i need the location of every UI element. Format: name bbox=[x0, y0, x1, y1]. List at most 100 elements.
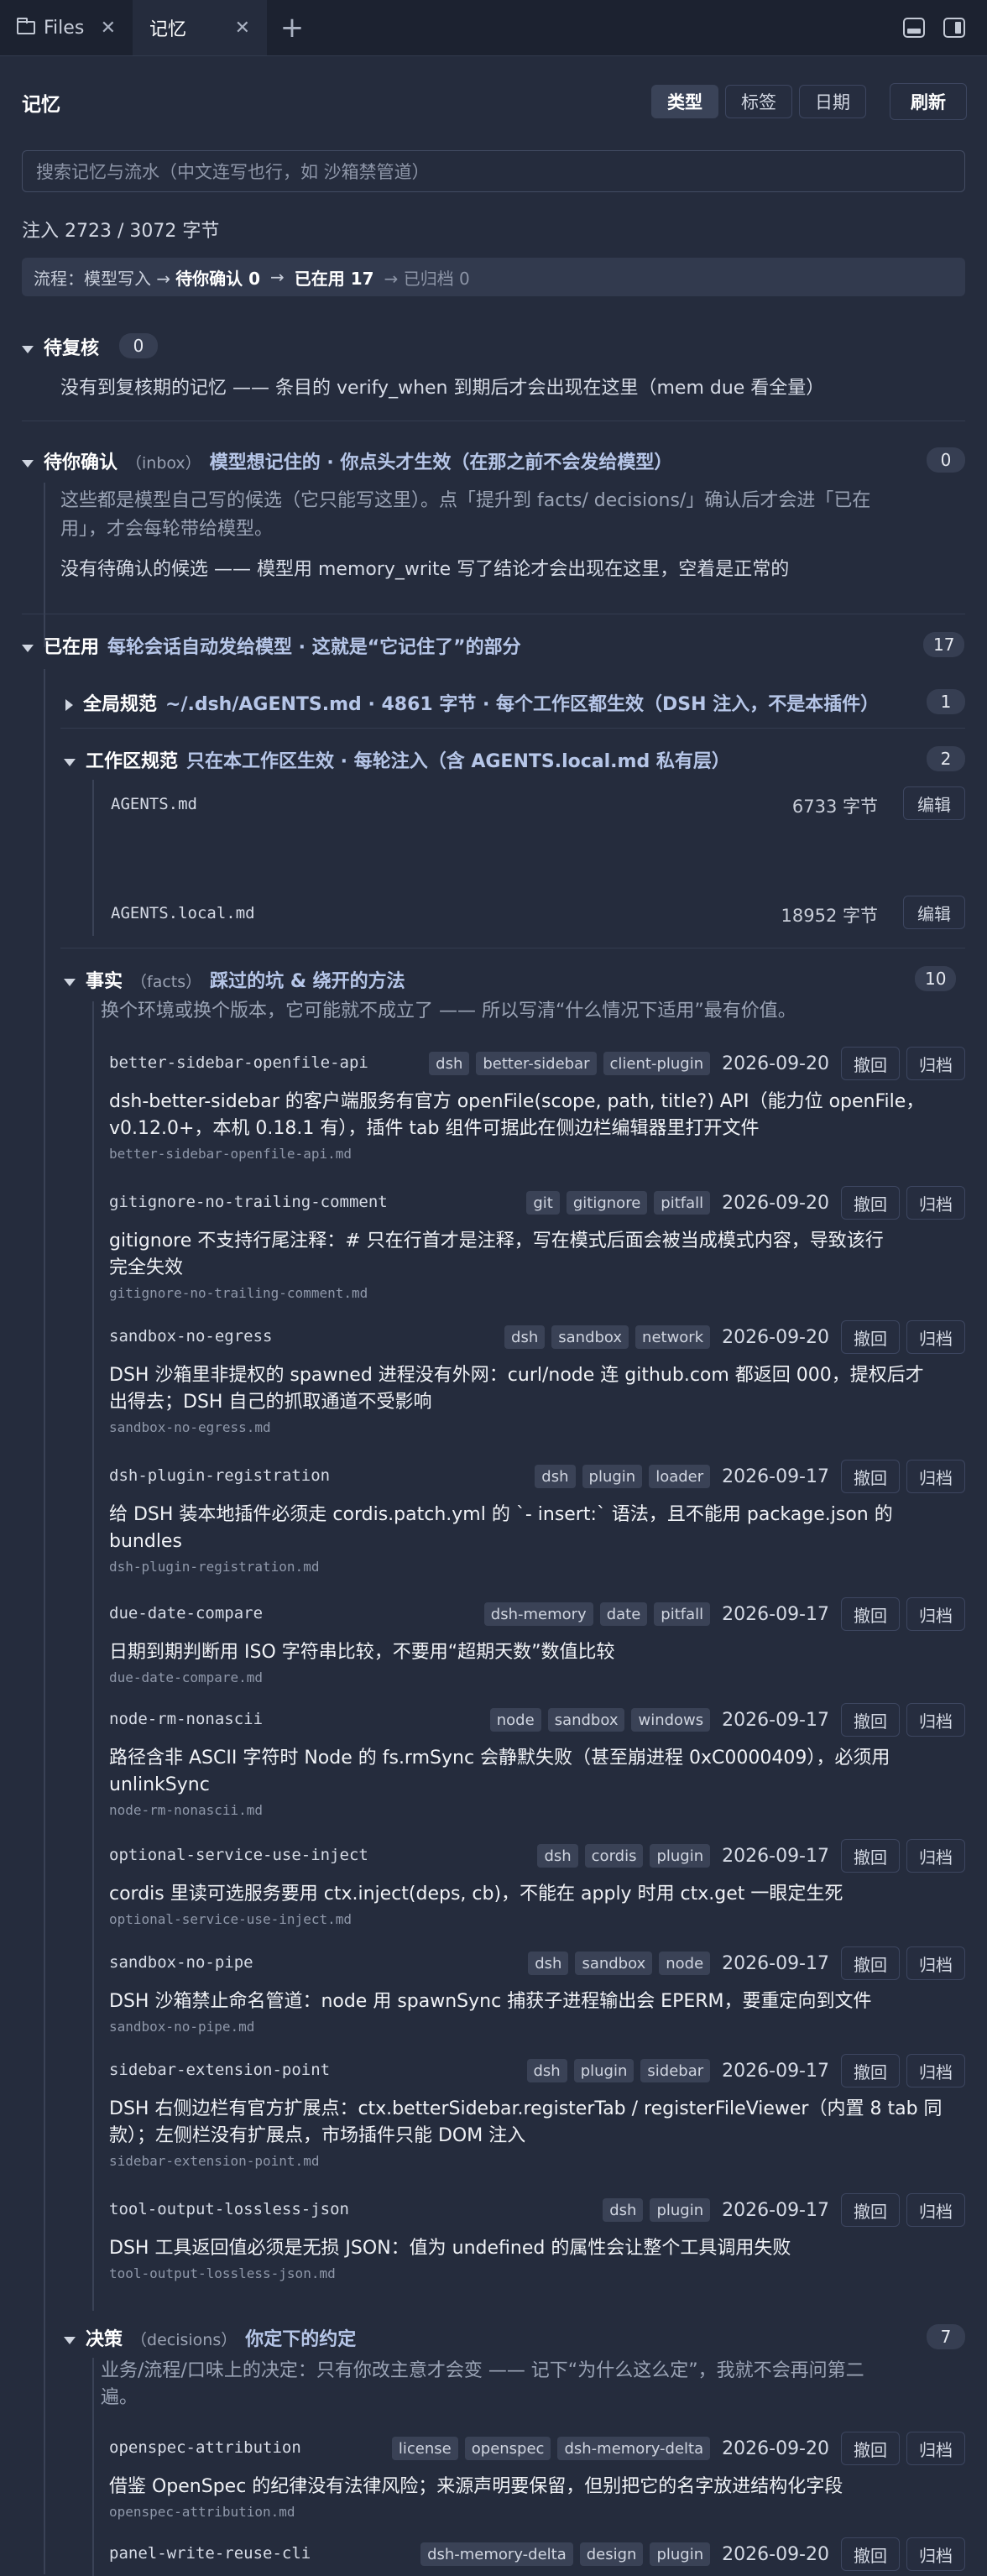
close-icon[interactable]: ✕ bbox=[235, 18, 250, 39]
withdraw-button[interactable]: 撤回 bbox=[841, 2432, 900, 2465]
view-by-tag-button[interactable]: 标签 bbox=[725, 85, 792, 118]
memory-item-filename[interactable]: sandbox-no-egress.md bbox=[109, 1419, 271, 1435]
memory-item-text: DSH 沙箱禁止命名管道：node 用 spawnSync 捕获子进程输出会 E… bbox=[109, 1988, 957, 2015]
archive-button[interactable]: 归档 bbox=[906, 1460, 965, 1493]
memory-item-filename[interactable]: node-rm-nonascii.md bbox=[109, 1802, 263, 1818]
archive-button[interactable]: 归档 bbox=[906, 1186, 965, 1220]
tag-chip[interactable]: dsh-memory bbox=[483, 1602, 593, 1626]
edit-button[interactable]: 编辑 bbox=[903, 786, 965, 820]
memory-item-filename[interactable]: sidebar-extension-point.md bbox=[109, 2153, 319, 2169]
tag-chip[interactable]: dsh bbox=[429, 1052, 470, 1075]
tag-chip[interactable]: openspec bbox=[464, 2437, 551, 2460]
memory-item-date: 2026-09-20 bbox=[722, 2438, 829, 2459]
refresh-button[interactable]: 刷新 bbox=[890, 83, 967, 120]
archive-button[interactable]: 归档 bbox=[906, 2054, 965, 2087]
memory-item-filename[interactable]: gitignore-no-trailing-comment.md bbox=[109, 1285, 368, 1301]
tag-chip[interactable]: plugin bbox=[573, 2059, 634, 2082]
archive-button[interactable]: 归档 bbox=[906, 2537, 965, 2571]
tag-chip[interactable]: date bbox=[599, 1602, 648, 1626]
tab-files[interactable]: Files ✕ bbox=[0, 0, 133, 55]
tag-chip[interactable]: dsh-memory-delta bbox=[420, 2542, 573, 2566]
withdraw-button[interactable]: 撤回 bbox=[841, 2537, 900, 2571]
withdraw-button[interactable]: 撤回 bbox=[841, 1597, 900, 1631]
edit-button[interactable]: 编辑 bbox=[903, 896, 965, 929]
archive-button[interactable]: 归档 bbox=[906, 1946, 965, 1980]
memory-item-filename[interactable]: sandbox-no-pipe.md bbox=[109, 2019, 254, 2035]
tag-chip[interactable]: plugin bbox=[650, 2198, 711, 2222]
facts-count-badge: 10 bbox=[915, 966, 957, 991]
tab-memory[interactable]: 记忆 ✕ bbox=[133, 0, 267, 55]
withdraw-button[interactable]: 撤回 bbox=[841, 1946, 900, 1980]
tag-chip[interactable]: windows bbox=[631, 1708, 711, 1732]
withdraw-button[interactable]: 撤回 bbox=[841, 2054, 900, 2087]
tag-chip[interactable]: dsh bbox=[504, 1325, 546, 1349]
archive-button[interactable]: 归档 bbox=[906, 1703, 965, 1737]
section-decisions-header[interactable]: 决策 （decisions） 你定下的约定 bbox=[64, 2324, 356, 2351]
tag-chip[interactable]: sandbox bbox=[547, 1708, 625, 1732]
archive-button[interactable]: 归档 bbox=[906, 1597, 965, 1631]
tag-chip[interactable]: node bbox=[659, 1952, 711, 1975]
tag-chip[interactable]: git bbox=[526, 1191, 560, 1215]
tag-chip[interactable]: plugin bbox=[582, 1465, 643, 1488]
memory-item-filename[interactable]: dsh-plugin-registration.md bbox=[109, 1559, 319, 1575]
tag-chip[interactable]: design bbox=[579, 2542, 644, 2566]
memory-item-filename[interactable]: optional-service-use-inject.md bbox=[109, 1911, 352, 1927]
tag-chip[interactable]: sandbox bbox=[551, 1325, 629, 1349]
memory-item-key: sidebar-extension-point bbox=[109, 2061, 331, 2079]
tag-chip[interactable]: sandbox bbox=[575, 1952, 653, 1975]
archive-button[interactable]: 归档 bbox=[906, 1839, 965, 1873]
tag-chip[interactable]: dsh bbox=[537, 1844, 578, 1868]
memory-item-filename[interactable]: better-sidebar-openfile-api.md bbox=[109, 1146, 352, 1162]
tag-chip[interactable]: pitfall bbox=[654, 1602, 711, 1626]
tag-chip[interactable]: dsh bbox=[526, 2059, 567, 2082]
view-by-date-button[interactable]: 日期 bbox=[799, 85, 866, 118]
tag-chip[interactable]: network bbox=[635, 1325, 711, 1349]
tag-chip[interactable]: sidebar bbox=[640, 2059, 711, 2082]
section-global-header[interactable]: 全局规范 ~/.dsh/AGENTS.md · 4861 字节 · 每个工作区都生… bbox=[65, 689, 879, 716]
tag-chip[interactable]: client-plugin bbox=[603, 1052, 711, 1075]
tag-chip[interactable]: license bbox=[391, 2437, 458, 2460]
toggle-right-sidebar-icon[interactable] bbox=[943, 18, 965, 38]
tag-chip[interactable]: pitfall bbox=[654, 1191, 711, 1215]
archive-button[interactable]: 归档 bbox=[906, 2432, 965, 2465]
view-by-type-button[interactable]: 类型 bbox=[651, 85, 718, 118]
memory-item-meta: dsh-memory date pitfall 2026-09-17 撤回 归档 bbox=[483, 1597, 965, 1631]
new-tab-plus-icon[interactable]: + bbox=[267, 0, 317, 55]
tag-chip[interactable]: better-sidebar bbox=[476, 1052, 597, 1075]
tag-chip[interactable]: dsh bbox=[603, 2198, 644, 2222]
archive-button[interactable]: 归档 bbox=[906, 2193, 965, 2227]
memory-item-key: better-sidebar-openfile-api bbox=[109, 1053, 368, 1072]
tag-chip[interactable]: node bbox=[489, 1708, 541, 1732]
memory-item-text: 日期到期判断用 ISO 字符串比较，不要用“超期天数”数值比较 bbox=[109, 1639, 957, 1666]
withdraw-button[interactable]: 撤回 bbox=[841, 1703, 900, 1737]
memory-item-filename[interactable]: openspec-attribution.md bbox=[109, 2504, 295, 2520]
tag-chip[interactable]: cordis bbox=[584, 1844, 644, 1868]
tag-chip[interactable]: dsh-memory-delta bbox=[557, 2437, 711, 2460]
tag-chip[interactable]: plugin bbox=[650, 2542, 711, 2566]
withdraw-button[interactable]: 撤回 bbox=[841, 1186, 900, 1220]
section-review-header[interactable]: 待复核 bbox=[22, 333, 99, 360]
tag-chip[interactable]: plugin bbox=[650, 1844, 711, 1868]
tag-chip[interactable]: loader bbox=[649, 1465, 711, 1488]
withdraw-button[interactable]: 撤回 bbox=[841, 2193, 900, 2227]
injection-stat: 注入 2723 / 3072 字节 bbox=[22, 221, 220, 242]
withdraw-button[interactable]: 撤回 bbox=[841, 1320, 900, 1354]
tag-chip[interactable]: gitignore bbox=[566, 1191, 648, 1215]
archive-button[interactable]: 归档 bbox=[906, 1320, 965, 1354]
memory-item-filename[interactable]: due-date-compare.md bbox=[109, 1669, 263, 1685]
close-icon[interactable]: ✕ bbox=[101, 18, 116, 39]
withdraw-button[interactable]: 撤回 bbox=[841, 1460, 900, 1493]
section-inbox-header[interactable]: 待你确认 （inbox） 模型想记住的 · 你点头才生效（在那之前不会发给模型） bbox=[22, 447, 672, 474]
tag-chip[interactable]: dsh bbox=[528, 1952, 569, 1975]
section-active-header[interactable]: 已在用 每轮会话自动发给模型 · 这就是“它记住了”的部分 bbox=[22, 632, 521, 659]
section-facts-header[interactable]: 事实 （facts） 踩过的坑 & 绕开的方法 bbox=[64, 966, 405, 993]
search-input[interactable]: 搜索记忆与流水（中文连写也行，如 沙箱禁管道） bbox=[22, 150, 965, 192]
archive-button[interactable]: 归档 bbox=[906, 1047, 965, 1080]
withdraw-button[interactable]: 撤回 bbox=[841, 1839, 900, 1873]
memory-item-filename[interactable]: tool-output-lossless-json.md bbox=[109, 2265, 336, 2281]
section-workspace-header[interactable]: 工作区规范 只在本工作区生效 · 每轮注入（含 AGENTS.local.md 私… bbox=[64, 746, 730, 773]
withdraw-button[interactable]: 撤回 bbox=[841, 1047, 900, 1080]
toggle-bottom-panel-icon[interactable] bbox=[903, 18, 925, 38]
memory-item-text-line: dsh-better-sidebar 的客户端服务有官方 openFile(sc… bbox=[109, 1091, 925, 1112]
tag-chip[interactable]: dsh bbox=[535, 1465, 576, 1488]
